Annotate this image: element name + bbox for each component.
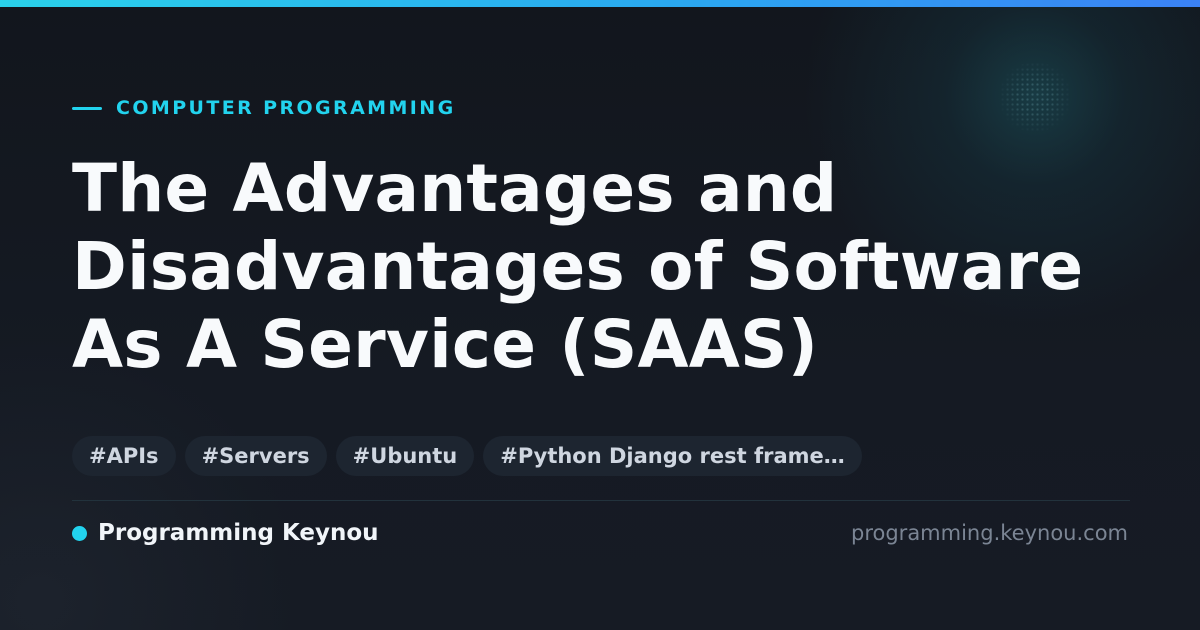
tag-servers[interactable]: #Servers xyxy=(184,436,327,476)
category-label: COMPUTER PROGRAMMING xyxy=(72,96,456,120)
dot-icon xyxy=(72,525,87,541)
site-domain-link[interactable]: programming.keynou.com xyxy=(851,518,1128,548)
footer-divider xyxy=(72,500,1130,501)
tag-list: #APIs #Servers #Ubuntu #Python Django re… xyxy=(72,436,871,476)
tag-python-django[interactable]: #Python Django rest frame... xyxy=(483,436,863,476)
title-line-3: As A Service (SAAS) xyxy=(72,306,819,383)
category-text: COMPUTER PROGRAMMING xyxy=(116,97,456,119)
dot-pattern-decoration xyxy=(995,62,1075,132)
tag-apis[interactable]: #APIs xyxy=(72,436,176,476)
page-title: The Advantages and Disadvantages of Soft… xyxy=(72,150,1152,384)
title-line-2: Disadvantages of Software xyxy=(72,228,1084,305)
accent-line-icon xyxy=(72,106,102,110)
title-line-1: The Advantages and xyxy=(72,150,838,227)
site-name: Programming Keynou xyxy=(98,520,379,546)
brand: Programming Keynou xyxy=(72,518,379,548)
share-card: COMPUTER PROGRAMMING The Advantages and … xyxy=(0,0,1200,630)
accent-top-bar xyxy=(0,0,1200,7)
tag-ubuntu[interactable]: #Ubuntu xyxy=(335,436,475,476)
